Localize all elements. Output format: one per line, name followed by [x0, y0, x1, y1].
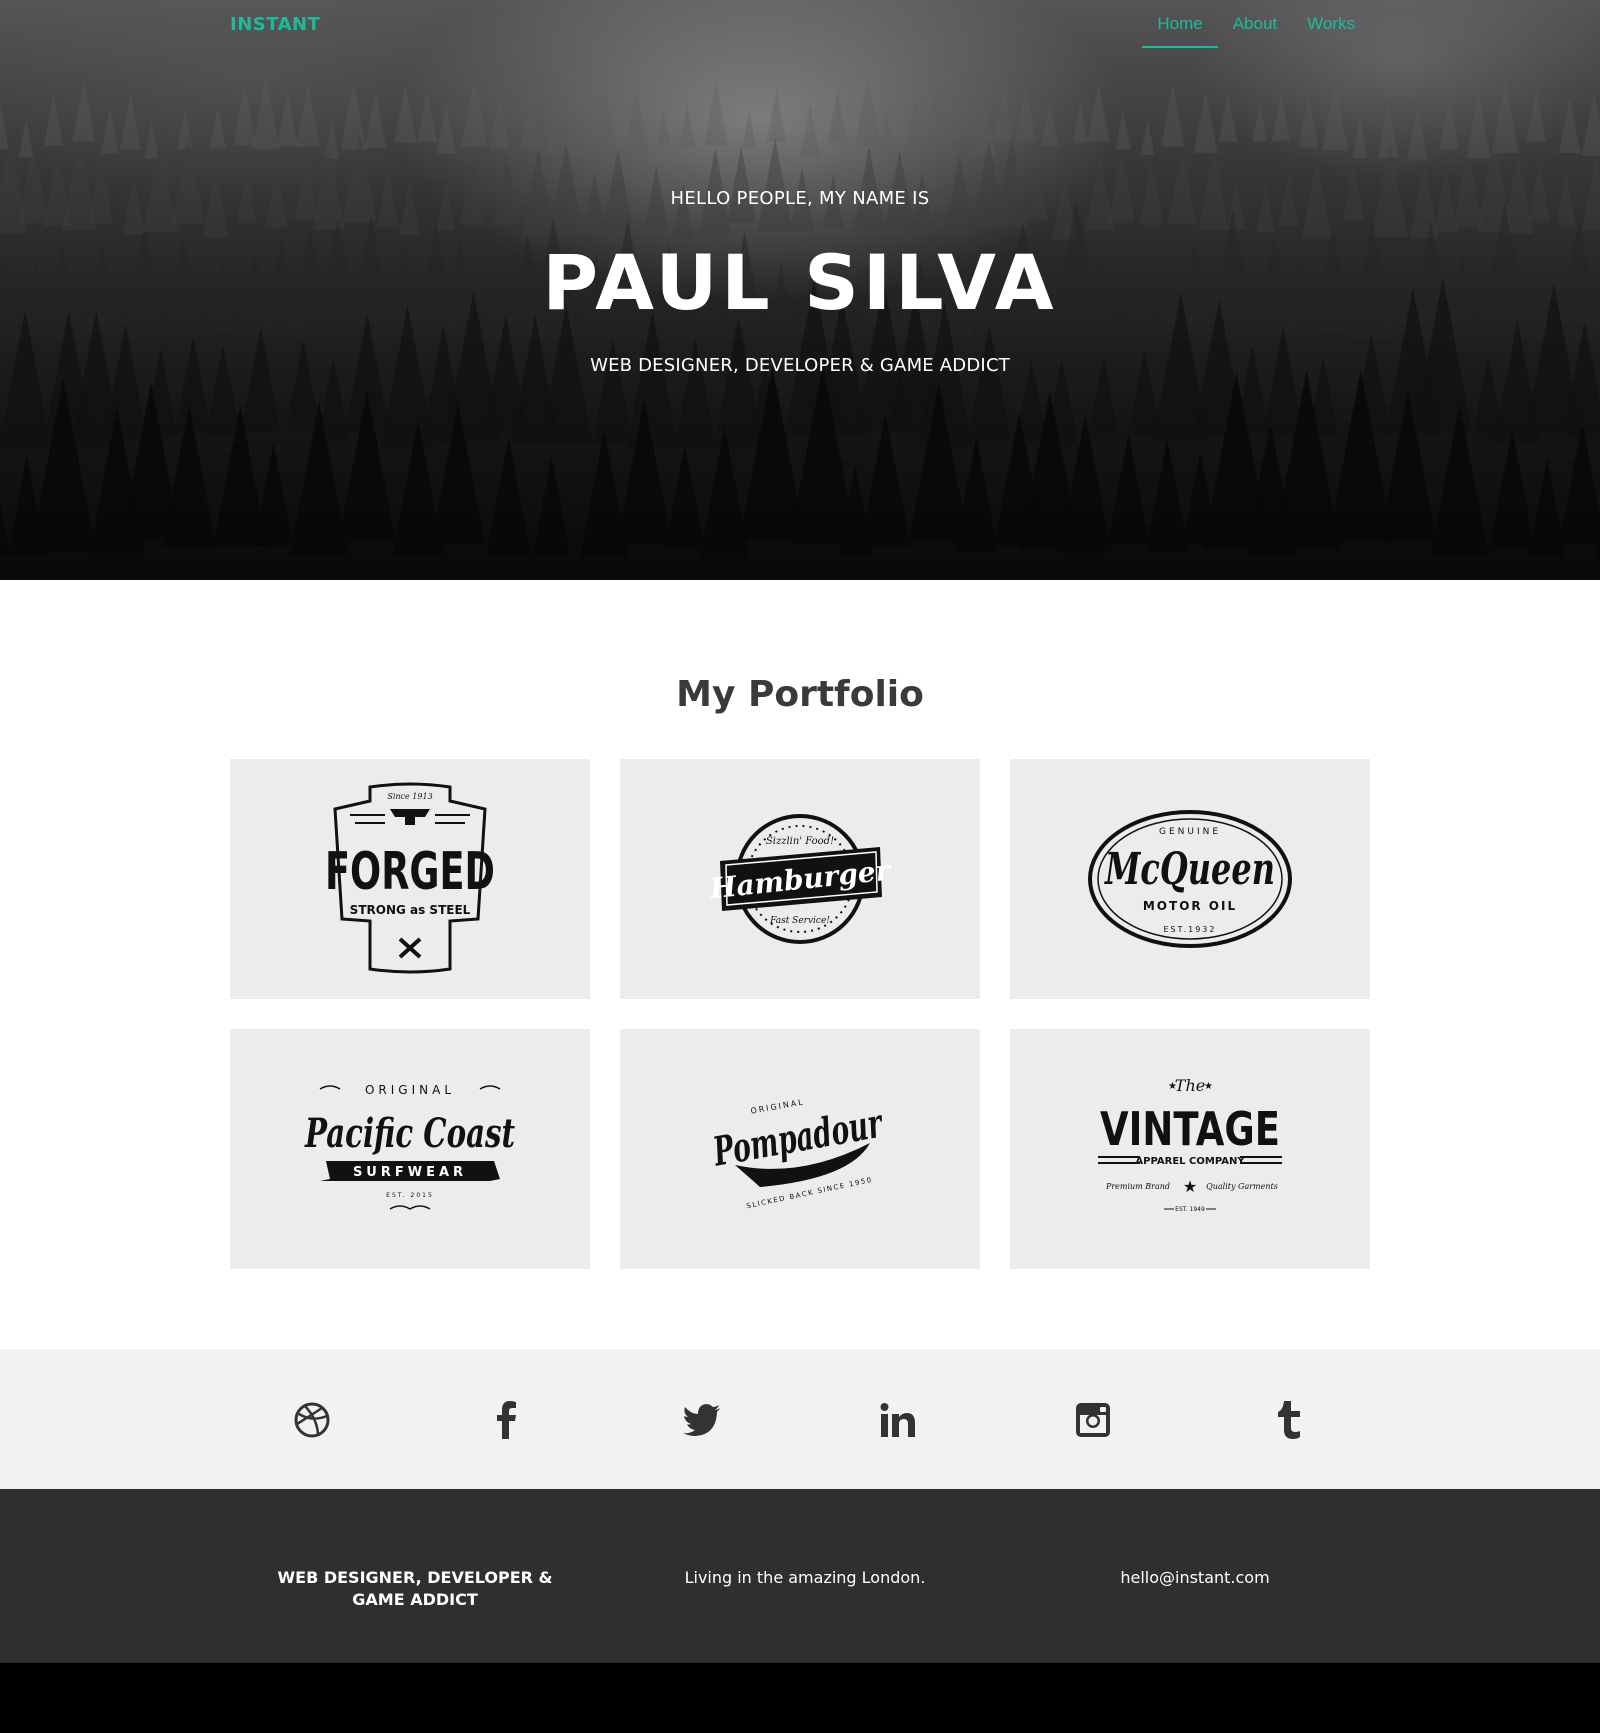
svg-text:Sizzlin' Food!: Sizzlin' Food!	[766, 836, 834, 847]
svg-text:★: ★	[1183, 1177, 1197, 1196]
svg-text:STRONG as STEEL: STRONG as STEEL	[350, 903, 471, 917]
nav-about-link[interactable]: About	[1218, 14, 1292, 48]
svg-text:MOTOR OIL: MOTOR OIL	[1143, 899, 1237, 913]
footer-location: Living in the amazing London.	[684, 1568, 926, 1587]
portfolio-item-mcqueen[interactable]: GENUINE McQueen MOTOR OIL EST.1932	[1010, 759, 1370, 999]
linkedin-icon[interactable]	[879, 1401, 917, 1439]
svg-text:APPAREL COMPANY: APPAREL COMPANY	[1135, 1156, 1245, 1167]
footer: WEB DESIGNER, DEVELOPER & GAME ADDICT Li…	[0, 1489, 1600, 1663]
svg-text:McQueen: McQueen	[1104, 844, 1275, 895]
svg-text:GENUINE: GENUINE	[1159, 827, 1221, 837]
forged-logo: Since 1913 FORGED STRONG as STEEL	[325, 782, 495, 974]
svg-text:★: ★	[1204, 1081, 1213, 1092]
instagram-icon[interactable]	[1074, 1401, 1112, 1439]
hero-greeting: HELLO PEOPLE, MY NAME IS	[670, 188, 930, 209]
svg-text:Premium Brand: Premium Brand	[1105, 1182, 1170, 1191]
facebook-icon[interactable]	[488, 1401, 526, 1439]
svg-text:ORIGINAL: ORIGINAL	[750, 1097, 805, 1115]
portfolio-item-forged[interactable]: Since 1913 FORGED STRONG as STEEL	[230, 759, 590, 999]
tumblr-icon[interactable]	[1270, 1401, 1308, 1439]
top-navbar: INSTANT Home About Works	[0, 0, 1600, 52]
svg-text:★: ★	[1168, 1081, 1177, 1092]
portfolio-item-hamburger[interactable]: Sizzlin' Food! Hamburger Fast Service!	[620, 759, 980, 999]
hero-name: PAUL SILVA	[542, 238, 1058, 327]
social-links-bar	[0, 1349, 1600, 1489]
svg-text:ORIGINAL: ORIGINAL	[365, 1083, 455, 1097]
svg-text:EST.1932: EST.1932	[1164, 925, 1217, 934]
footer-email-link[interactable]: hello@instant.com	[1050, 1567, 1340, 1589]
portfolio-title: My Portfolio	[676, 674, 924, 715]
hero-tagline: WEB DESIGNER, DEVELOPER & GAME ADDICT	[590, 355, 1010, 376]
mcqueen-logo: GENUINE McQueen MOTOR OIL EST.1932	[1088, 810, 1292, 948]
svg-text:EST. 2015: EST. 2015	[386, 1192, 434, 1199]
dribbble-icon[interactable]	[293, 1401, 331, 1439]
svg-text:SURFWEAR: SURFWEAR	[353, 1165, 467, 1180]
hero-section: INSTANT Home About Works HELLO PEOPLE, M…	[0, 0, 1600, 580]
pacific-coast-logo: ORIGINAL Pacific Coast SURFWEAR EST. 201…	[304, 1083, 515, 1210]
portfolio-section: My Portfolio Since 1913 FORGED STRONG as…	[0, 580, 1600, 1349]
footer-role: WEB DESIGNER, DEVELOPER & GAME ADDICT	[277, 1568, 553, 1609]
nav-works-link[interactable]: Works	[1292, 14, 1370, 48]
twitter-icon[interactable]	[683, 1401, 721, 1439]
svg-text:Fast Service!: Fast Service!	[769, 916, 830, 926]
svg-text:VINTAGE: VINTAGE	[1100, 1102, 1280, 1156]
svg-text:EST. 1949: EST. 1949	[1175, 1206, 1205, 1213]
portfolio-item-vintage[interactable]: The ★ ★ VINTAGE APPAREL COMPANY Premium …	[1010, 1029, 1370, 1269]
page-bottom-bar	[0, 1663, 1600, 1733]
nav-links: Home About Works	[1142, 14, 1370, 48]
svg-text:Pompadour: Pompadour	[709, 1099, 887, 1175]
nav-home-link[interactable]: Home	[1142, 14, 1219, 48]
portfolio-item-pompadour[interactable]: ORIGINAL Pompadour SLICKED BACK SINCE 19…	[620, 1029, 980, 1269]
svg-text:The: The	[1175, 1076, 1205, 1095]
vintage-logo: The ★ ★ VINTAGE APPAREL COMPANY Premium …	[1098, 1076, 1282, 1213]
svg-text:FORGED: FORGED	[325, 842, 495, 902]
svg-text:Quality Garments: Quality Garments	[1206, 1182, 1278, 1191]
pompadour-logo: ORIGINAL Pompadour SLICKED BACK SINCE 19…	[709, 1097, 887, 1210]
svg-text:Pacific Coast: Pacific Coast	[304, 1110, 515, 1157]
svg-text:Since 1913: Since 1913	[387, 792, 432, 801]
brand-logo[interactable]: INSTANT	[230, 14, 320, 35]
hamburger-logo: Sizzlin' Food! Hamburger Fast Service!	[707, 814, 894, 944]
portfolio-item-pacific-coast[interactable]: ORIGINAL Pacific Coast SURFWEAR EST. 201…	[230, 1029, 590, 1269]
